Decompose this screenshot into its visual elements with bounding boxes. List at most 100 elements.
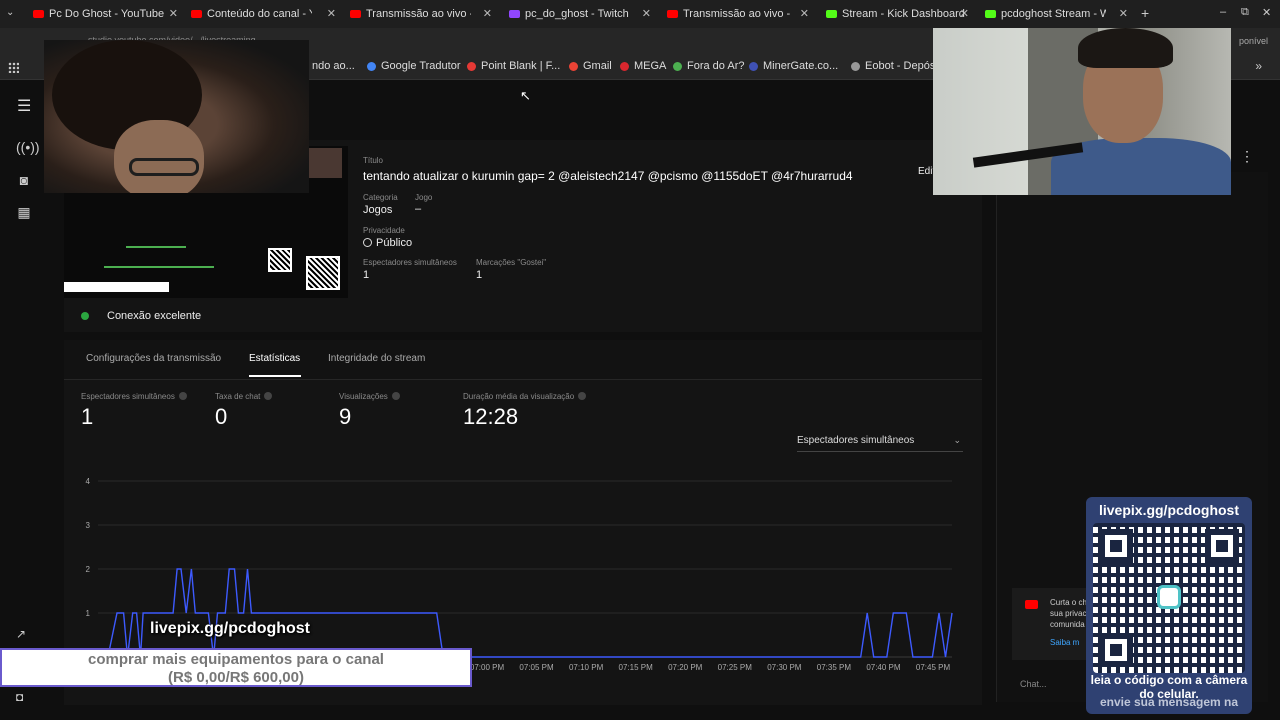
external-link-icon[interactable]: ↗	[16, 627, 26, 641]
apps-grid-icon[interactable]	[8, 62, 19, 73]
close-icon[interactable]: ✕	[169, 7, 178, 20]
stat-value: 12:28	[463, 404, 519, 429]
close-icon[interactable]: ✕	[960, 7, 969, 20]
y-tick-label: 1	[86, 609, 91, 618]
close-icon[interactable]: ✕	[483, 7, 492, 20]
qr-caption-2: envie sua mensagem na	[1099, 695, 1239, 709]
more-options-icon[interactable]: ⋮	[1240, 148, 1254, 165]
y-tick-label: 3	[86, 521, 91, 530]
youtube-studio-icon	[191, 10, 202, 18]
gmail-icon	[569, 61, 578, 71]
game-label: Jogo	[415, 193, 433, 202]
tab-analytics[interactable]: Estatísticas	[249, 353, 300, 364]
bookmark[interactable]: Eobot - Depósit	[851, 60, 941, 72]
bookmark[interactable]: Fora do Ar?	[673, 60, 744, 72]
stat-label: Duração média da visualização	[463, 392, 587, 401]
connection-status: Conexão excelente	[107, 310, 202, 322]
learn-more-link[interactable]: Saiba m	[1050, 638, 1079, 647]
livepix-qr-card: livepix.gg/pcdoghost leia o código com a…	[1086, 497, 1252, 714]
close-icon[interactable]: ✕	[1119, 7, 1128, 20]
donation-goal-banner: comprar mais equipamentos para o canal (…	[0, 648, 472, 687]
x-tick-label: 07:00 PM	[470, 663, 505, 672]
x-tick-label: 07:20 PM	[668, 663, 703, 672]
browser-tab[interactable]: Transmissão ao vivo - Yo ✕	[667, 0, 809, 28]
kick-icon	[985, 10, 996, 18]
google-translate-icon	[367, 61, 376, 71]
live-icon[interactable]: ((•))	[16, 139, 40, 155]
tab-stream-health[interactable]: Integridade do stream	[328, 353, 425, 364]
browser-tab[interactable]: pcdoghost Stream - Wa ✕	[985, 0, 1128, 28]
calendar-icon[interactable]: ▦	[16, 204, 32, 221]
bookmark[interactable]: Point Blank | F...	[467, 60, 560, 72]
mega-icon	[620, 61, 629, 71]
connection-status-dot	[81, 312, 89, 320]
category-value: Jogos	[363, 204, 393, 216]
x-tick-label: 07:10 PM	[569, 663, 604, 672]
x-tick-label: 07:05 PM	[519, 663, 554, 672]
minimize-button[interactable]: –	[1220, 6, 1226, 18]
x-tick-label: 07:15 PM	[619, 663, 654, 672]
stat-label: Visualizações	[339, 392, 400, 401]
y-tick-label: 2	[86, 565, 91, 574]
close-icon[interactable]: ✕	[800, 7, 809, 20]
window-close-button[interactable]: ✕	[1262, 6, 1271, 19]
livepix-handle: livepix.gg/pcdoghost	[150, 620, 311, 637]
feedback-icon[interactable]: ◘	[16, 690, 23, 704]
twitch-icon	[509, 10, 520, 18]
close-icon[interactable]: ✕	[642, 7, 651, 20]
bookmark[interactable]: Gmail	[569, 60, 612, 72]
help-icon[interactable]	[391, 392, 400, 400]
tab-stream-settings[interactable]: Configurações da transmissão	[86, 353, 221, 364]
minergate-icon	[749, 61, 758, 71]
browser-tab[interactable]: Transmissão ao vivo - Yo ✕	[350, 0, 492, 28]
livepix-logo-icon	[1157, 585, 1181, 609]
menu-icon[interactable]: ☰	[17, 96, 31, 116]
help-icon[interactable]	[178, 392, 187, 400]
chevron-down-icon: ⌄	[953, 435, 961, 445]
new-tab-button[interactable]: +	[1141, 5, 1149, 21]
more-bookmarks-icon[interactable]: »	[1255, 59, 1262, 73]
camera-icon[interactable]: ◙	[16, 172, 32, 188]
bookmark[interactable]: MinerGate.co...	[749, 60, 838, 72]
qr-code-icon	[1093, 523, 1245, 673]
x-tick-label: 07:35 PM	[817, 663, 852, 672]
active-tab-underline	[249, 375, 301, 377]
metric-dropdown[interactable]: Espectadores simultâneos ⌄	[797, 435, 963, 452]
bookmark[interactable]: MEGA	[620, 60, 666, 72]
chat-input[interactable]: Chat...	[1020, 679, 1047, 689]
bookmark[interactable]: Google Tradutor	[367, 60, 461, 72]
x-tick-label: 07:25 PM	[718, 663, 753, 672]
help-icon[interactable]	[264, 392, 273, 400]
help-icon[interactable]	[578, 392, 587, 400]
webcam-overlay-right	[933, 28, 1231, 195]
concurrent-viewers-value: 1	[363, 269, 370, 281]
eobot-icon	[851, 61, 860, 71]
x-tick-label: 07:30 PM	[767, 663, 802, 672]
browser-tab[interactable]: Stream - Kick Dashboard ✕	[826, 0, 969, 28]
youtube-icon	[667, 10, 678, 18]
maximize-button[interactable]: ⧉	[1241, 6, 1249, 19]
kick-icon	[826, 10, 837, 18]
globe-icon	[363, 238, 372, 247]
bookmark[interactable]: ndo ao...	[312, 60, 355, 72]
close-icon[interactable]: ✕	[327, 7, 336, 20]
likes-label: Marcações "Gostei"	[476, 258, 547, 267]
tab-search-chevron-icon[interactable]: ⌄	[6, 7, 14, 18]
browser-tab[interactable]: Conteúdo do canal - Yo ✕	[191, 0, 336, 28]
y-tick-label: 4	[86, 477, 91, 486]
category-label: Categoria	[363, 193, 398, 202]
x-tick-label: 07:40 PM	[866, 663, 901, 672]
address-right-text: ponível	[1238, 36, 1268, 46]
privacy-value: Público	[363, 237, 412, 249]
stat-value: 9	[339, 404, 352, 429]
qr-url: livepix.gg/pcdoghost	[1098, 502, 1239, 518]
point-blank-icon	[467, 61, 476, 71]
browser-tab[interactable]: pc_do_ghost - Twitch ✕	[509, 0, 651, 28]
x-tick-label: 07:45 PM	[916, 663, 951, 672]
browser-tab[interactable]: Pc Do Ghost - YouTube ✕	[33, 0, 178, 28]
stat-label: Taxa de chat	[215, 392, 273, 401]
stat-value: 1	[81, 404, 94, 429]
stream-title: tentando atualizar o kurumin gap= 2 @ale…	[363, 169, 853, 183]
mouse-cursor-icon: ↖	[520, 88, 531, 103]
likes-value: 1	[476, 269, 483, 281]
